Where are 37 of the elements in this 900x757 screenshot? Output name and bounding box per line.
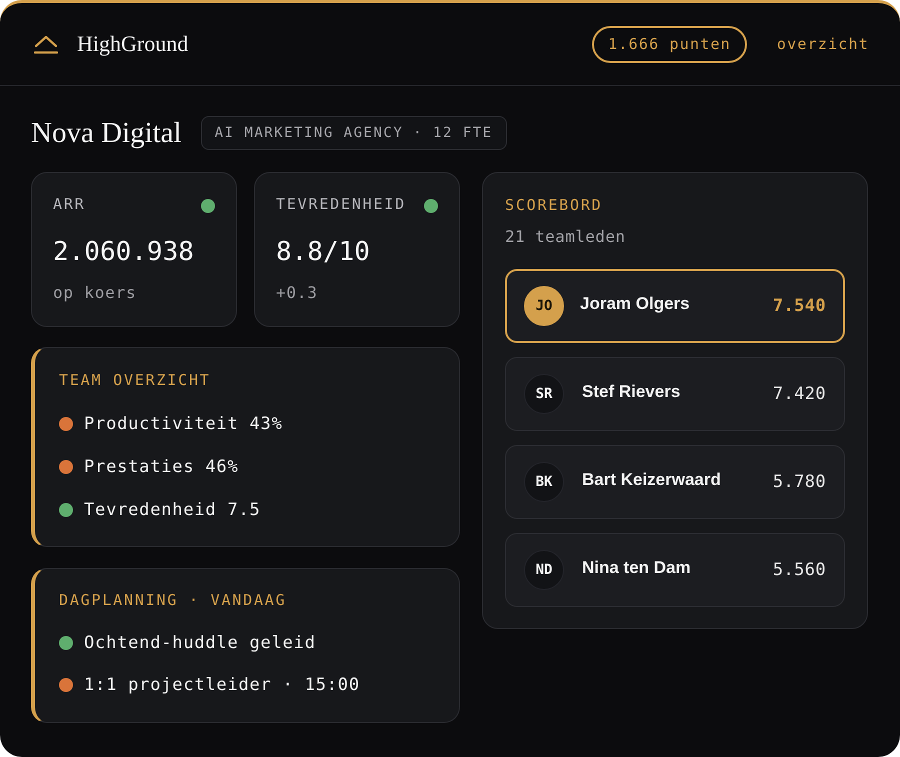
avatar: SR xyxy=(524,374,564,414)
member-name: Stef Rievers xyxy=(582,382,680,402)
leaderboard-row[interactable]: BK Bart Keizerwaard 5.780 xyxy=(505,445,845,519)
company-name: Nova Digital xyxy=(31,116,182,150)
card-heading: DAGPLANNING · VANDAAG xyxy=(59,591,288,609)
metric-text: Productiviteit 43% xyxy=(84,414,283,434)
stat-note: +0.3 xyxy=(276,282,319,304)
card-heading: SCOREBORD xyxy=(505,196,604,214)
score: 7.420 xyxy=(772,384,826,404)
leaderboard-row[interactable]: JO Joram Olgers 7.540 xyxy=(505,269,845,343)
member-name: Nina ten Dam xyxy=(582,558,691,578)
member-name: Joram Olgers xyxy=(580,294,690,314)
metric-text: Prestaties 46% xyxy=(84,457,238,477)
stat-label: ARR xyxy=(53,195,86,213)
company-tag: AI MARKETING AGENCY · 12 FTE xyxy=(200,116,507,150)
task-text: Ochtend-huddle geleid xyxy=(84,633,316,653)
score: 5.780 xyxy=(772,472,826,492)
task-text: 1:1 projectleider · 15:00 xyxy=(84,675,360,695)
avatar: ND xyxy=(524,550,564,590)
leaderboard-row[interactable]: SR Stef Rievers 7.420 xyxy=(505,357,845,431)
stat-label: TEVREDENHEID xyxy=(276,195,406,213)
points-badge: 1.666 punten xyxy=(592,26,747,62)
score: 5.560 xyxy=(772,560,826,580)
score: 7.540 xyxy=(772,296,826,316)
member-name: Bart Keizerwaard xyxy=(582,470,721,490)
card-heading: TEAM OVERZICHT xyxy=(59,371,212,389)
metric-text: Tevredenheid 7.5 xyxy=(84,500,261,520)
member-count: 21 teamleden xyxy=(505,226,626,248)
logo-icon xyxy=(34,34,58,54)
overview-link[interactable]: overzicht xyxy=(776,35,869,53)
brand-name: HighGround xyxy=(77,31,188,57)
leaderboard-row[interactable]: ND Nina ten Dam 5.560 xyxy=(505,533,845,607)
stat-value: 2.060.938 xyxy=(53,236,195,268)
avatar: JO xyxy=(524,286,564,326)
stat-value: 8.8/10 xyxy=(276,236,371,268)
stat-note: op koers xyxy=(53,282,138,304)
avatar: BK xyxy=(524,462,564,502)
